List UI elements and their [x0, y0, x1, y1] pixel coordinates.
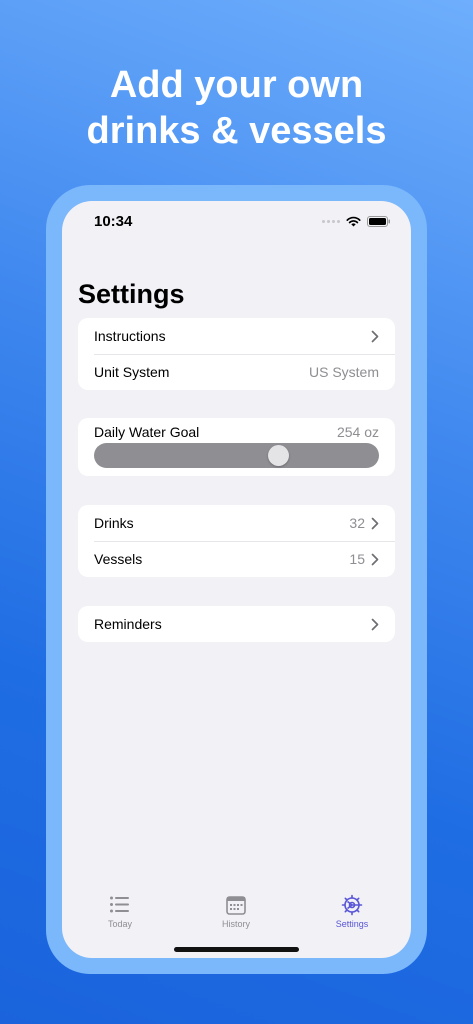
- home-indicator: [174, 947, 299, 952]
- tab-settings[interactable]: Settings: [312, 894, 392, 929]
- page-title: Settings: [78, 279, 185, 309]
- drinks-count: 32: [349, 515, 365, 531]
- vessels-row[interactable]: Vessels 15: [78, 541, 395, 577]
- vessels-label: Vessels: [94, 551, 143, 567]
- chevron-right-icon: [371, 330, 379, 342]
- list-icon: [110, 896, 129, 913]
- daily-goal-slider[interactable]: [94, 443, 379, 468]
- calendar-icon: [226, 896, 246, 915]
- daily-goal-label: Daily Water Goal: [94, 424, 200, 440]
- status-icons: [322, 215, 391, 227]
- unit-system-value: US System: [308, 364, 379, 380]
- drinks-label: Drinks: [94, 515, 134, 531]
- daily-goal-group: Daily Water Goal 254 oz: [78, 418, 395, 476]
- chevron-right-icon: [371, 517, 379, 529]
- status-time: 10:34: [94, 213, 133, 230]
- drinks-row[interactable]: Drinks 32: [78, 505, 395, 541]
- unit-system-label: Unit System: [94, 364, 170, 380]
- headline-line-2: drinks & vessels: [86, 110, 387, 152]
- tab-settings-label: Settings: [335, 919, 369, 929]
- general-settings-group: Instructions Unit System US System: [78, 318, 395, 390]
- cellular-signal-icon: [322, 219, 340, 223]
- library-group: Drinks 32 Vessels 15: [78, 505, 395, 577]
- chevron-right-icon: [371, 553, 379, 565]
- reminders-label: Reminders: [94, 616, 162, 632]
- chevron-right-icon: [371, 618, 379, 630]
- gear-icon: [341, 894, 363, 916]
- instructions-row[interactable]: Instructions: [78, 318, 395, 354]
- marketing-headline: Add your own drinks & vessels: [0, 62, 473, 154]
- wifi-icon: [346, 216, 361, 226]
- vessels-count: 15: [349, 551, 365, 567]
- headline-line-1: Add your own: [109, 64, 364, 106]
- tab-today-label: Today: [107, 919, 133, 929]
- daily-goal-value: 254 oz: [336, 424, 379, 440]
- tab-history[interactable]: History: [196, 894, 276, 929]
- battery-icon: [367, 215, 390, 227]
- instructions-label: Instructions: [94, 328, 166, 344]
- tab-history-label: History: [221, 919, 250, 929]
- reminders-group: Reminders: [78, 606, 395, 642]
- reminders-row[interactable]: Reminders: [78, 606, 395, 642]
- tab-today[interactable]: Today: [80, 894, 160, 929]
- unit-system-row[interactable]: Unit System US System: [78, 354, 395, 390]
- phone-screen: 10:34 Settings Instructions Unit System …: [62, 201, 411, 958]
- daily-goal-slider-thumb[interactable]: [267, 445, 289, 466]
